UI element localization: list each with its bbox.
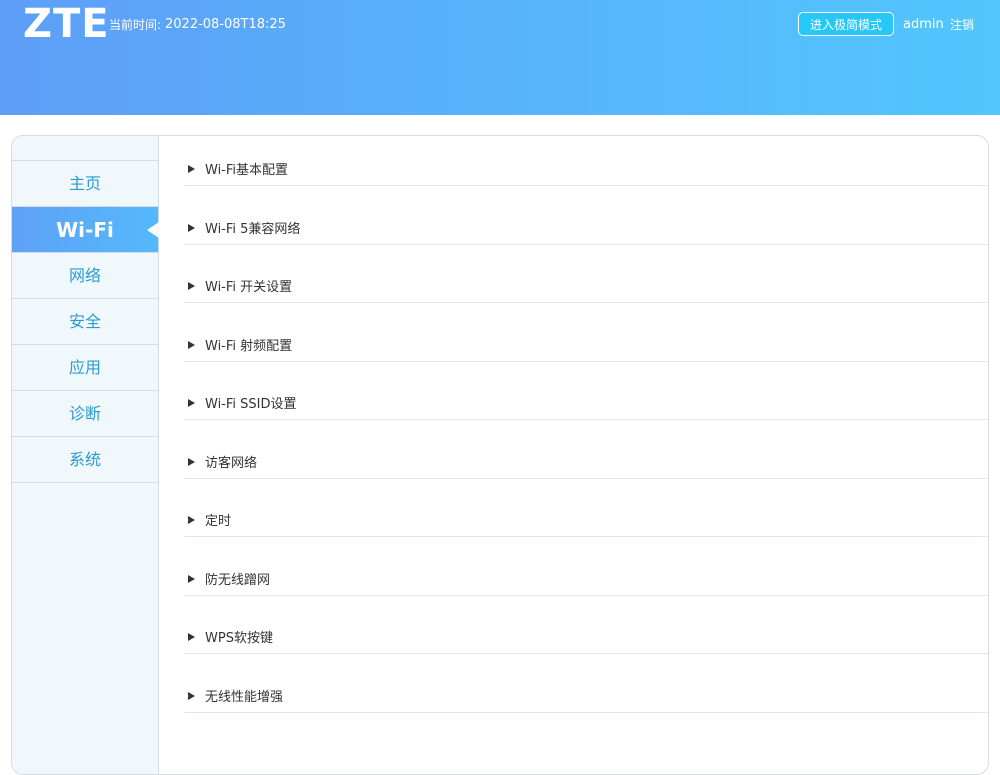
section-wifi-radio[interactable]: Wi-Fi 射频配置 [184,303,988,362]
triangle-right-icon [188,633,195,641]
sidebar-spacer [12,136,158,161]
section-label: 访客网络 [205,455,258,471]
triangle-right-icon [188,165,195,173]
section-label: 无线性能增强 [205,689,284,705]
sidebar-item-label: 安全 [68,312,101,331]
section-label: 定时 [205,514,232,529]
sidebar-item-label: 应用 [68,358,101,377]
section-label: 防无线蹭网 [205,572,271,588]
current-time-label: 当前时间: [109,18,162,32]
section-label: Wi-Fi 5兼容网络 [205,221,301,237]
sidebar-item-security[interactable]: 安全 [12,299,158,345]
sidebar-item-network[interactable]: 网络 [12,253,158,299]
logout-link[interactable]: 注销 [950,18,974,33]
section-timer[interactable]: 定时 [184,479,988,537]
section-guest-network[interactable]: 访客网络 [184,420,988,479]
current-time-value: 2022-08-08T18:25 [165,17,286,32]
sidebar-item-label: 诊断 [68,404,101,423]
main-panel: 主页 Wi-Fi 网络 安全 应用 诊断 系统 Wi-Fi基本配置 Wi-Fi … [11,135,989,775]
section-wifi5-compat[interactable]: Wi-Fi 5兼容网络 [184,186,988,245]
section-label: WPS软按键 [205,631,273,646]
zte-logo: ZTE [23,1,110,47]
section-wireless-boost[interactable]: 无线性能增强 [184,654,988,713]
triangle-right-icon [188,457,195,466]
sidebar-item-label: Wi-Fi [56,218,114,242]
section-label: Wi-Fi SSID设置 [205,397,297,412]
sidebar-item-label: 系统 [68,450,101,469]
sidebar-item-diagnosis[interactable]: 诊断 [12,391,158,437]
triangle-right-icon [188,516,195,524]
sidebar-nav: 主页 Wi-Fi 网络 安全 应用 诊断 系统 [12,136,159,774]
section-wps-button[interactable]: WPS软按键 [184,596,988,654]
triangle-right-icon [188,691,195,700]
active-pointer-icon [147,222,159,238]
section-anti-freeload[interactable]: 防无线蹭网 [184,537,988,596]
section-wifi-ssid[interactable]: Wi-Fi SSID设置 [184,362,988,420]
section-wifi-basic[interactable]: Wi-Fi基本配置 [184,136,988,186]
section-label: Wi-Fi基本配置 [205,163,289,178]
sidebar-item-wifi[interactable]: Wi-Fi [12,207,159,253]
section-wifi-switch[interactable]: Wi-Fi 开关设置 [184,245,988,303]
simple-mode-button[interactable]: 进入极简模式 [798,12,894,36]
sidebar-item-label: 网络 [68,266,101,285]
triangle-right-icon [188,399,195,407]
sidebar-item-home[interactable]: 主页 [12,161,158,207]
sidebar-item-application[interactable]: 应用 [12,345,158,391]
triangle-right-icon [188,282,195,290]
user-name: admin [903,17,944,32]
sidebar-item-label: 主页 [68,174,101,193]
section-label: Wi-Fi 开关设置 [205,280,293,295]
triangle-right-icon [188,223,195,232]
header-bar: ZTE 当前时间: 2022-08-08T18:25 进入极简模式 admin … [0,0,1000,115]
section-label: Wi-Fi 射频配置 [205,338,293,354]
triangle-right-icon [188,340,195,349]
settings-section-list: Wi-Fi基本配置 Wi-Fi 5兼容网络 Wi-Fi 开关设置 Wi-Fi 射… [184,136,988,713]
sidebar-item-system[interactable]: 系统 [12,437,158,483]
triangle-right-icon [188,574,195,583]
